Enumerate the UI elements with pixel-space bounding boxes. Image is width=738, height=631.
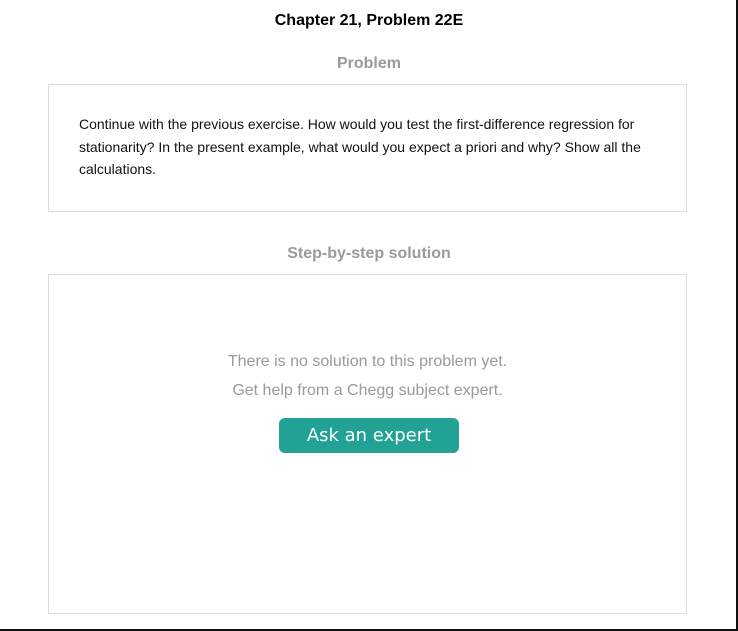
solution-heading: Step-by-step solution — [287, 245, 451, 262]
problem-heading: Problem — [336, 55, 401, 72]
solution-panel: There is no solution to this problem yet… — [48, 274, 687, 614]
problem-panel: Continue with the previous exercise. How… — [48, 84, 687, 212]
problem-text: Continue with the previous exercise. How… — [79, 116, 641, 177]
ask-an-expert-button[interactable]: Ask an expert — [279, 418, 459, 453]
expert-help-message: Get help from a Chegg subject expert. — [232, 382, 503, 399]
no-solution-message: There is no solution to this problem yet… — [227, 353, 508, 370]
page-title: Chapter 21, Problem 22E — [274, 12, 464, 29]
